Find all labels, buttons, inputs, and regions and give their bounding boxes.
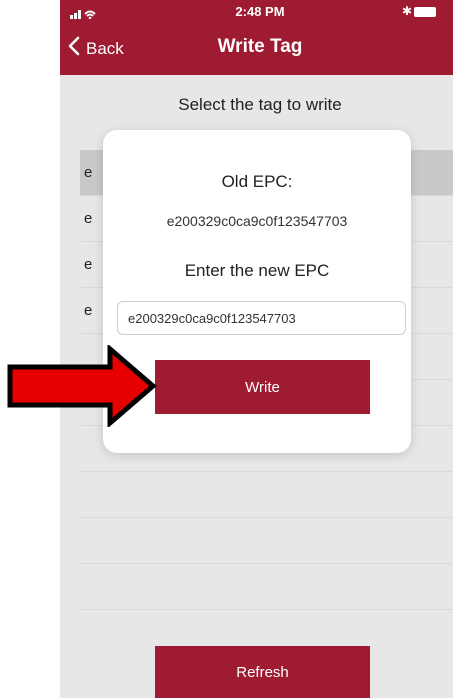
tag-list-item-label: e [84,302,93,319]
empty-list-row [80,518,453,564]
bluetooth-icon: ✱ [402,4,413,18]
page-title: Write Tag [217,36,303,57]
battery-icon [414,7,436,17]
red-arrow-annotation [0,343,160,432]
top-bar: 2:48 PM ✱ Back Write Tag [60,0,453,75]
tag-list-item-label: e [84,164,93,181]
empty-list-row [80,472,453,518]
new-epc-label: Enter the new EPC [184,261,330,280]
tag-list-item-label: e [84,210,93,227]
old-epc-value: e200329c0ca9c0f123547703 [166,213,348,229]
status-bar: 2:48 PM ✱ [60,0,453,24]
nav-bar: Back Write Tag [60,24,453,75]
old-epc-label: Old EPC: [221,172,293,191]
refresh-button[interactable]: Refresh [155,646,370,698]
tag-list-item-label: e [84,256,93,273]
status-time: 2:48 PM [235,4,285,19]
new-epc-input[interactable] [117,301,406,335]
empty-list-row [80,564,453,610]
write-button[interactable]: Write [155,360,370,414]
page-subtitle: Select the tag to write [178,95,342,114]
